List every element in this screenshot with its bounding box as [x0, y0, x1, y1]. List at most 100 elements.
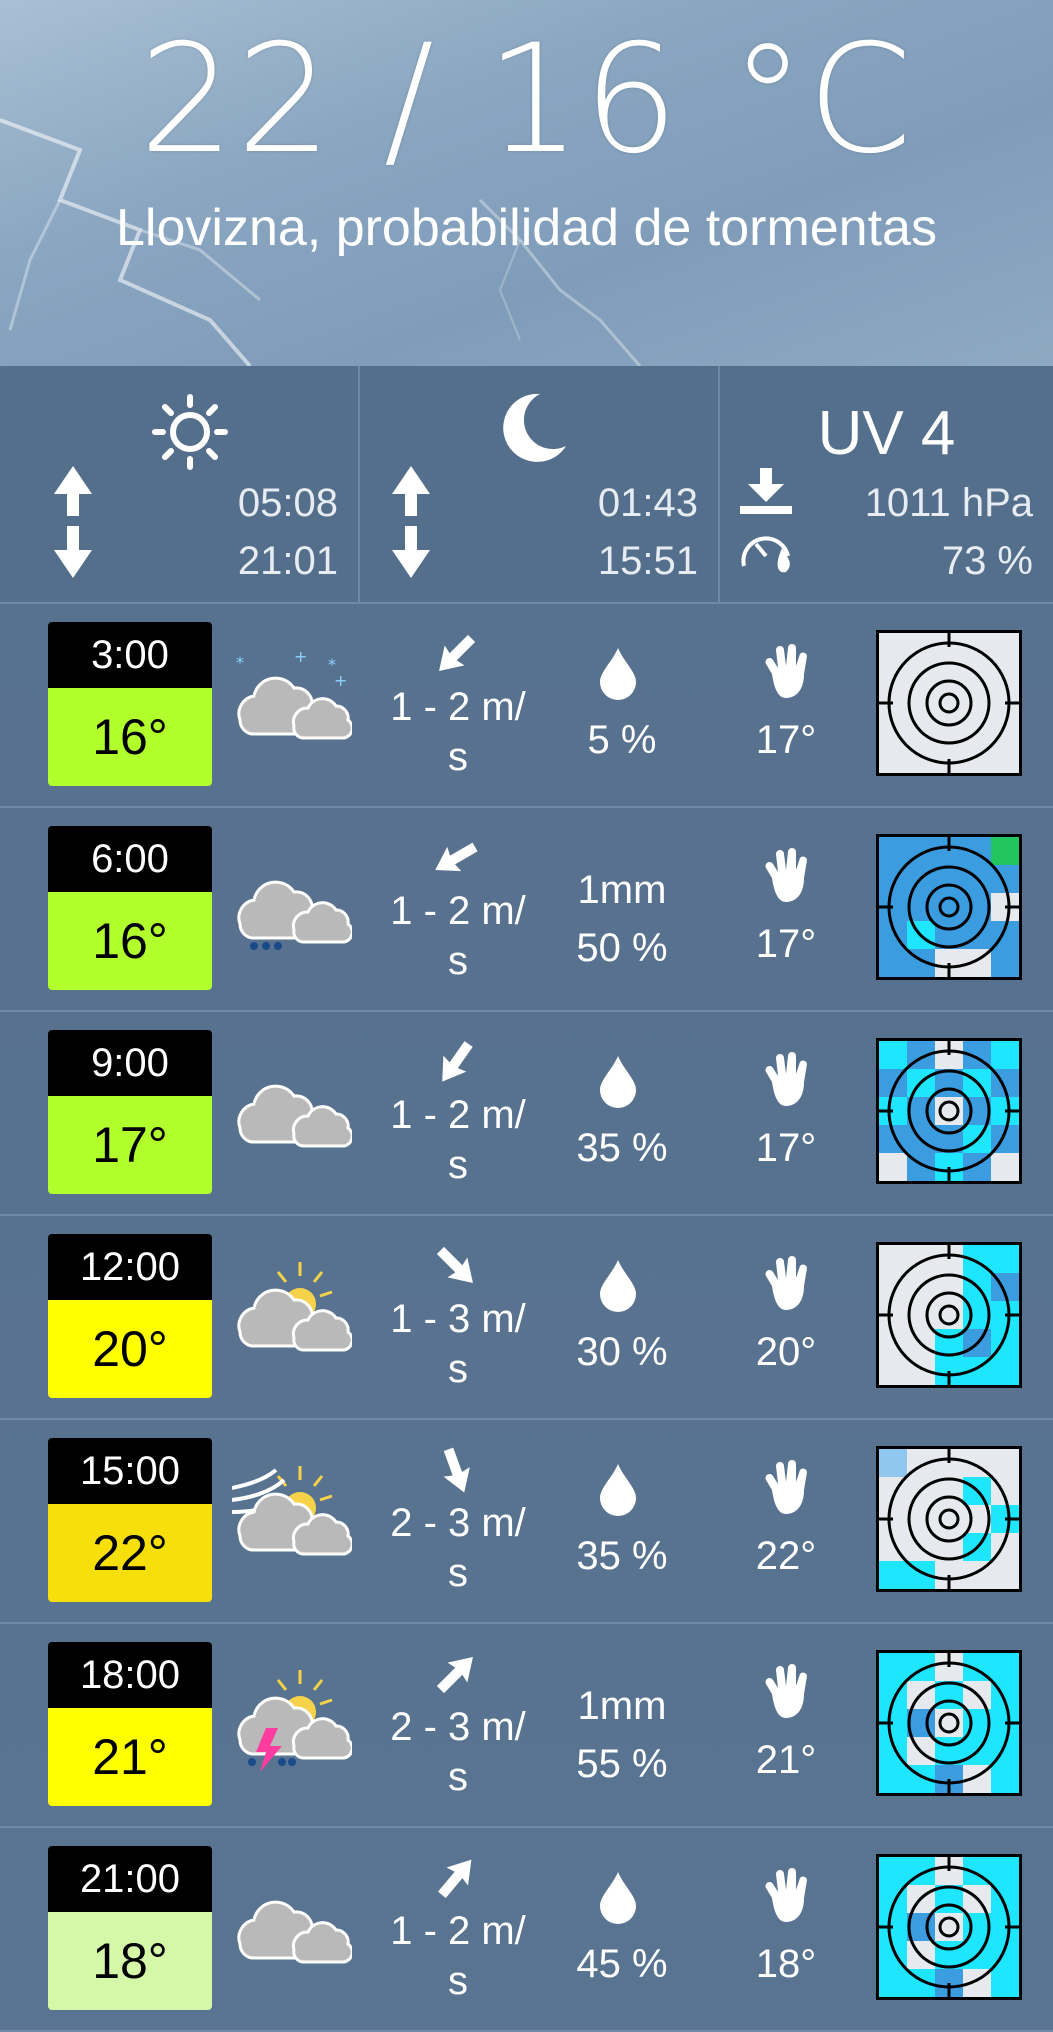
weather-condition: Llovizna, probabilidad de tormentas [116, 199, 937, 257]
time-temp-box: 18:00 21° [48, 1642, 212, 1806]
radar-map-thumbnail[interactable] [876, 1854, 1022, 2000]
rain-drop-icon [598, 1870, 638, 1929]
sun-info: 05:08 21:01 [0, 366, 360, 602]
temperature-range: 22 / 16 °C [138, 13, 915, 187]
sunrise-time: 05:08 [237, 481, 338, 525]
hour-temperature: 16° [48, 688, 212, 786]
svg-text:+: + [334, 671, 347, 690]
moonrise-time: 01:43 [597, 481, 698, 525]
hour-time: 12:00 [48, 1234, 212, 1300]
rain-probability: 30 % [576, 1330, 668, 1374]
wind-direction-icon [443, 1447, 470, 1493]
feels-like-hand-icon [762, 1052, 810, 1113]
hour-temperature: 20° [48, 1300, 212, 1398]
hour-temperature: 18° [48, 1912, 212, 2010]
hour-row[interactable]: 18:00 21° 2 - 3 m/s 1mm 55 % 21° [0, 1624, 1053, 1828]
cloudy-icon [232, 1866, 354, 1981]
wind-speed-unit: s [448, 939, 468, 983]
sun-icon [152, 394, 228, 470]
wind-speed-unit: s [448, 735, 468, 779]
hour-time: 15:00 [48, 1438, 212, 1504]
wind-speed: 2 - 3 m/s [378, 1498, 538, 1598]
astro-info-panel: 05:08 21:01 01:43 15:51 UV 4 1011 hPa 73… [0, 366, 1053, 604]
wind-speed: 1 - 2 m/s [378, 1906, 538, 2006]
wind-speed: 2 - 3 m/s [378, 1702, 538, 1802]
humidity-value: 73 % [941, 539, 1033, 583]
radar-map-thumbnail[interactable] [876, 1650, 1022, 1796]
hour-row[interactable]: 12:00 20° 1 - 3 m/s 30 % 20° [0, 1216, 1053, 1420]
hour-time: 18:00 [48, 1642, 212, 1708]
feels-like-temperature: 21° [755, 1738, 817, 1782]
rain-probability: 50 % [576, 926, 668, 970]
hour-row[interactable]: 15:00 22° 2 - 3 m/s 35 % 22° [0, 1420, 1053, 1624]
wind-speed: 1 - 2 m/s [378, 1090, 538, 1190]
cloudy-icon [232, 1050, 354, 1165]
hour-temperature: 17° [48, 1096, 212, 1194]
wind-speed: 1 - 3 m/s [378, 1294, 538, 1394]
wind-speed-value: 1 - 2 m/ [390, 1093, 526, 1137]
rain-probability: 35 % [576, 1534, 668, 1578]
feels-like-temperature: 22° [755, 1534, 817, 1578]
wind-direction-icon [435, 842, 478, 872]
rain-drop-icon [598, 1054, 638, 1113]
time-temp-box: 3:00 16° [48, 622, 212, 786]
windy-partly-cloudy-icon [231, 1458, 354, 1573]
hour-time: 6:00 [48, 826, 212, 892]
radar-map-thumbnail[interactable] [876, 834, 1022, 980]
wind-direction-icon [436, 1246, 473, 1283]
feels-like-temperature: 17° [755, 922, 817, 966]
feels-like-hand-icon [762, 1460, 810, 1521]
svg-text:*: * [236, 653, 244, 672]
wind-speed-unit: s [448, 1143, 468, 1187]
feels-like-hand-icon [762, 644, 810, 705]
rain-probability: 35 % [576, 1126, 668, 1170]
rain-drop-icon [598, 646, 638, 705]
wind-direction-icon [439, 634, 476, 671]
wind-speed-value: 1 - 2 m/ [390, 1909, 526, 1953]
radar-map-thumbnail[interactable] [876, 1242, 1022, 1388]
wind-speed-value: 1 - 2 m/ [390, 685, 526, 729]
moon-icon [503, 393, 566, 462]
pressure-value: 1011 hPa [864, 481, 1033, 525]
cloudy-snow-icon: * + * + [232, 642, 354, 757]
feels-like-temperature: 18° [755, 1942, 817, 1986]
wind-speed-unit: s [448, 1959, 468, 2003]
hour-row[interactable]: 21:00 18° 1 - 2 m/s 45 % 18° [0, 1828, 1053, 2032]
hour-temperature: 16° [48, 892, 212, 990]
time-temp-box: 6:00 16° [48, 826, 212, 990]
rain-amount: 1mm [577, 1684, 667, 1728]
hour-row[interactable]: 9:00 17° 1 - 2 m/s 35 % 17° [0, 1012, 1053, 1216]
radar-map-thumbnail[interactable] [876, 1038, 1022, 1184]
hour-row[interactable]: 3:00 16° * + * +1 - 2 m/s 5 % 17° [0, 604, 1053, 808]
wind-speed-value: 2 - 3 m/ [390, 1705, 526, 1749]
hour-time: 9:00 [48, 1030, 212, 1096]
thunderstorm-sun-icon [232, 1662, 354, 1777]
wind-speed-value: 2 - 3 m/ [390, 1501, 526, 1545]
radar-map-thumbnail[interactable] [876, 1446, 1022, 1592]
hour-row[interactable]: 6:00 16° 1 - 2 m/s 1mm 50 % 17° [0, 808, 1053, 1012]
uv-index: UV 4 [817, 399, 956, 468]
sunset-time: 21:01 [237, 539, 338, 583]
wind-speed: 1 - 2 m/s [378, 886, 538, 986]
feels-like-temperature: 20° [755, 1330, 817, 1374]
radar-map-thumbnail[interactable] [876, 630, 1022, 776]
svg-text:+: + [294, 647, 307, 666]
hourly-forecast-list: 3:00 16° * + * +1 - 2 m/s 5 % 17° 6:00 16° 1 - 2 m… [0, 604, 1053, 2032]
wind-speed-unit: s [448, 1551, 468, 1595]
hour-temperature: 21° [48, 1708, 212, 1806]
rain-probability: 55 % [576, 1742, 668, 1786]
hour-time: 3:00 [48, 622, 212, 688]
time-temp-box: 15:00 22° [48, 1438, 212, 1602]
wind-speed: 1 - 2 m/s [378, 682, 538, 782]
rain-probability: 45 % [576, 1942, 668, 1986]
feels-like-hand-icon [762, 1868, 810, 1929]
cloudy-drizzle-icon [232, 846, 354, 961]
wind-direction-icon [438, 1859, 472, 1899]
time-temp-box: 9:00 17° [48, 1030, 212, 1194]
feels-like-hand-icon [762, 1664, 810, 1725]
feels-like-hand-icon [762, 1256, 810, 1317]
rain-drop-icon [598, 1462, 638, 1521]
header-banner: 22 / 16 °C Llovizna, probabilidad de tor… [0, 0, 1053, 366]
wind-direction-icon [442, 1041, 473, 1082]
feels-like-hand-icon [762, 848, 810, 909]
